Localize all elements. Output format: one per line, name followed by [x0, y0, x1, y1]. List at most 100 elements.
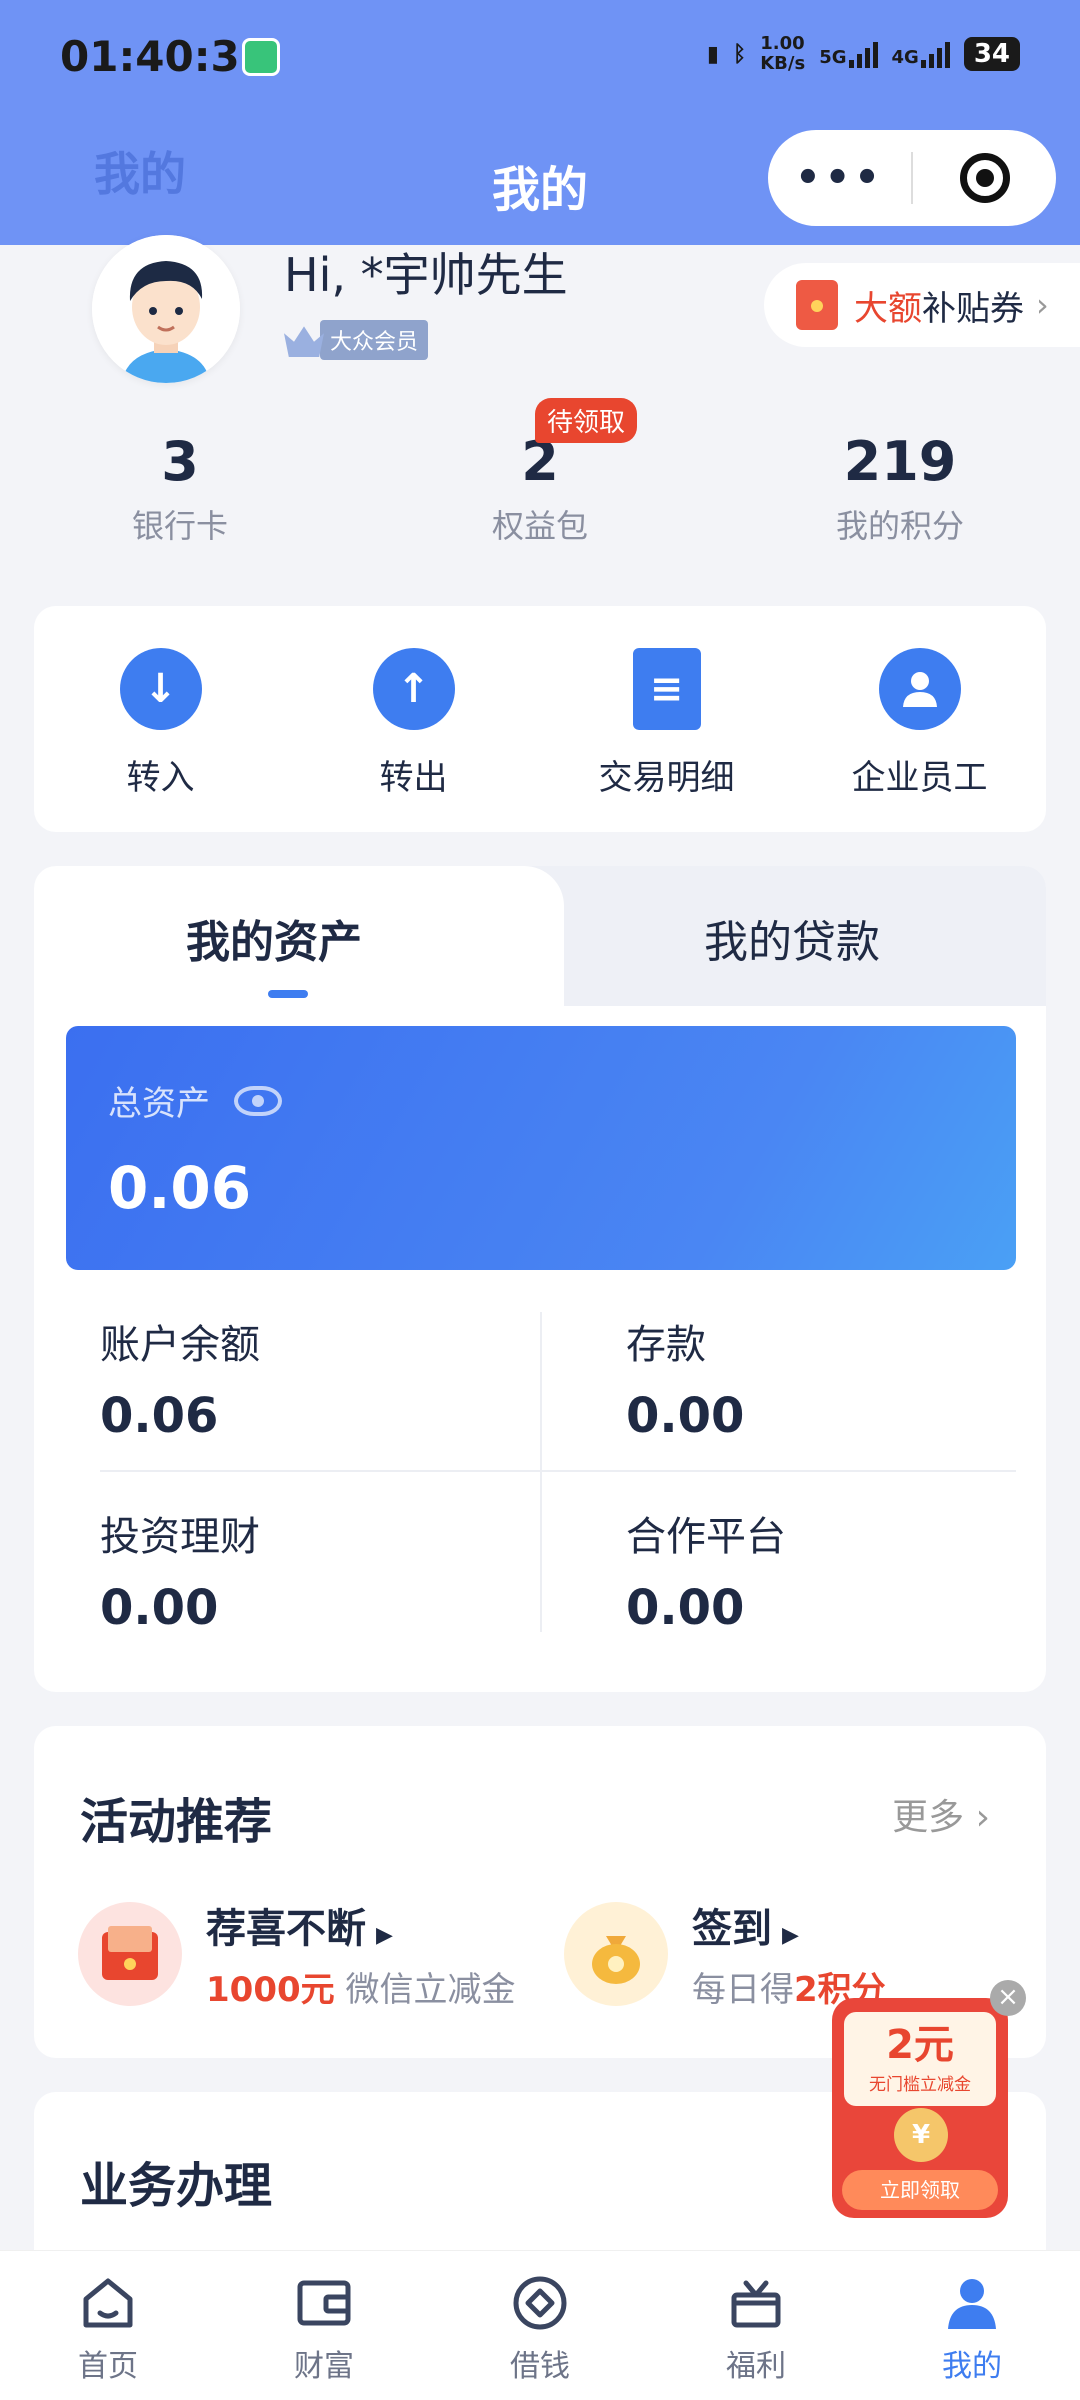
subsidy-coupon-button[interactable]: 大额 补贴券 › [764, 263, 1080, 347]
quick-actions-card: ↓ 转入 ↑ 转出 ≡ 交易明细 企业员工 [34, 606, 1046, 832]
activity-name: 荐喜不断 ▶ [206, 1906, 393, 1952]
total-assets-label-row: 总资产 [108, 1076, 282, 1125]
more-label: 更多 [892, 1797, 965, 1838]
status-time: 01:40:36 [60, 32, 269, 81]
red-envelope-icon [796, 280, 838, 330]
me-glyph [948, 2279, 996, 2329]
nav-label: 我的 [942, 2349, 1002, 2384]
signal-icon [848, 40, 878, 68]
bluetooth-icon: ᛒ [733, 41, 747, 67]
nav-item-benefits[interactable]: 福利 [648, 2251, 864, 2400]
nav-label: 福利 [726, 2349, 786, 2384]
enterprise-employee-button[interactable]: 企业员工 [793, 606, 1046, 832]
floating-coupon[interactable]: 2元 无门槛立减金 ¥ 立即领取 × [832, 1980, 1026, 2222]
nav-item-wealth[interactable]: 财富 [216, 2251, 432, 2400]
close-icon[interactable]: × [990, 1980, 1026, 2016]
stat-value: 219 [843, 430, 957, 493]
stat-benefit-packs[interactable]: 2 权益包 [400, 430, 680, 547]
grid-divider-horizontal [100, 1470, 1016, 1472]
transfer-in-button[interactable]: ↓ 转入 [34, 606, 287, 832]
money-bag-glyph [592, 1935, 640, 1984]
total-assets-value: 0.06 [108, 1154, 252, 1222]
nav-item-home[interactable]: 首页 [0, 2251, 216, 2400]
floating-coupon-amount: 2元 [886, 2022, 954, 2068]
asset-partner-platform[interactable]: 合作平台 0.00 [626, 1504, 786, 1636]
activity-title: 活动推荐 [80, 1794, 273, 1850]
bottom-nav: 首页 财富 借钱 福利 我的 [0, 2250, 1080, 2400]
red-envelope-icon [78, 1901, 182, 2006]
tab-my-assets[interactable]: 我的资产 [186, 906, 362, 970]
asset-value: 0.00 [626, 1388, 745, 1444]
net-speed: 1.00 KB/s [760, 33, 806, 74]
claim-button[interactable]: 立即领取 [842, 2170, 998, 2210]
stats-row: 3 银行卡 2 权益包 219 我的积分 [0, 430, 1080, 570]
target-icon [959, 153, 1010, 203]
app-notification-icon [242, 38, 280, 76]
stat-label: 权益包 [491, 507, 588, 545]
floating-coupon-subtitle: 无门槛立减金 [869, 2075, 971, 2095]
asset-deposit[interactable]: 存款 0.00 [626, 1312, 744, 1444]
member-badge[interactable]: 大众会员 [284, 320, 429, 360]
quick-action-label: 企业员工 [851, 758, 988, 798]
miniapp-capsule: ••• [768, 130, 1056, 226]
nav-item-me[interactable]: 我的 [864, 2251, 1080, 2400]
asset-investment[interactable]: 投资理财 0.00 [100, 1504, 260, 1636]
asset-label: 存款 [626, 1322, 706, 1368]
close-miniapp-button[interactable] [913, 153, 1056, 203]
home-glyph [83, 2278, 133, 2328]
activity-more-link[interactable]: 更多 › [892, 1788, 990, 1840]
status-indicators: ▮ ᛒ 1.00 KB/s 5G 4G 34 [707, 34, 1020, 74]
total-assets-panel: 总资产 0.06 [66, 1026, 1016, 1270]
activity-item-referral[interactable]: 荐喜不断 ▶ 1000元 微信立减金 [78, 1896, 515, 2011]
eye-icon[interactable] [234, 1085, 282, 1116]
battery-icon: 34 [963, 37, 1020, 71]
coupon-label: 补贴券 [922, 288, 1024, 329]
activity-subtitle: 1000元 微信立减金 [206, 1970, 516, 2010]
vibrate-icon: ▮ [706, 41, 720, 67]
assets-card: 我的资产 我的贷款 总资产 0.06 账户余额 0.06 存款 0.00 投资理… [34, 866, 1046, 1692]
triangle-right-icon: ▶ [782, 1923, 799, 1948]
avatar-illustration-icon [92, 235, 240, 383]
stat-value: 3 [161, 430, 199, 493]
me-icon [940, 2271, 1004, 2335]
avatar[interactable] [92, 235, 240, 383]
coin-icon: ¥ [894, 2108, 948, 2162]
wallet-icon [292, 2271, 356, 2335]
document-icon: ≡ [632, 648, 701, 730]
transfer-out-button[interactable]: ↑ 转出 [287, 606, 540, 832]
asset-value: 0.00 [100, 1580, 219, 1636]
gift-icon [724, 2271, 788, 2335]
more-menu-button[interactable]: ••• [768, 155, 911, 201]
pending-badge: 待领取 [535, 398, 638, 443]
stat-points[interactable]: 219 我的积分 [760, 430, 1040, 547]
tab-my-loans[interactable]: 我的贷款 [704, 906, 880, 970]
signal-5g: 5G [819, 40, 878, 68]
asset-account-balance[interactable]: 账户余额 0.06 [100, 1312, 260, 1444]
wallet-glyph [297, 2280, 351, 2326]
envelope-glyph [102, 1925, 158, 1980]
triangle-right-icon: ▶ [376, 1923, 393, 1948]
stat-bank-cards[interactable]: 3 银行卡 [40, 430, 320, 547]
home-icon [76, 2271, 140, 2335]
activity-name: 签到 ▶ [692, 1906, 799, 1952]
loan-icon [508, 2271, 572, 2335]
profile-section: Hi, *宇帅先生 大众会员 大额 补贴券 › [0, 235, 1080, 395]
total-assets-label: 总资产 [108, 1084, 210, 1124]
arrow-down-icon: ↓ [119, 648, 202, 730]
coupon-highlight: 大额 [854, 288, 922, 329]
asset-label: 投资理财 [100, 1514, 260, 1560]
nav-item-loan[interactable]: 借钱 [432, 2251, 648, 2400]
nav-label: 首页 [78, 2349, 138, 2384]
floating-coupon-ticket: 2元 无门槛立减金 [844, 2012, 996, 2106]
business-title: 业务办理 [80, 2158, 273, 2214]
person-glyph [902, 672, 937, 707]
nav-label: 财富 [294, 2349, 354, 2384]
arrow-up-icon: ↑ [372, 648, 455, 730]
floating-coupon-body: 2元 无门槛立减金 ¥ 立即领取 [832, 1998, 1008, 2218]
chevron-right-icon: › [1036, 286, 1049, 324]
nav-label: 借钱 [510, 2349, 570, 2384]
transaction-details-button[interactable]: ≡ 交易明细 [540, 606, 793, 832]
asset-value: 0.00 [626, 1580, 745, 1636]
signal-icon [920, 40, 950, 68]
signal-4g: 4G [892, 40, 950, 68]
